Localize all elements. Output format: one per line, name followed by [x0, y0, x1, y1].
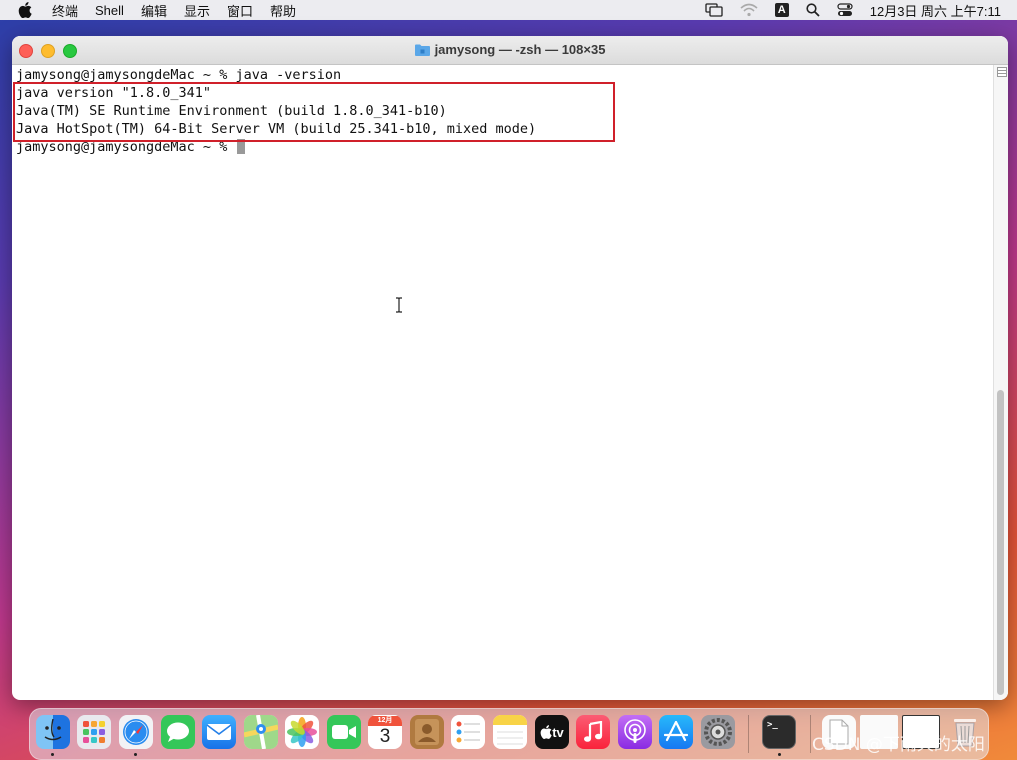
screen-mirroring-icon[interactable]: [705, 3, 723, 17]
input-method-icon[interactable]: A: [774, 3, 789, 17]
calendar-icon[interactable]: 12月 3: [368, 715, 402, 749]
apple-tv-icon[interactable]: tv: [535, 715, 569, 749]
home-folder-icon: [414, 44, 430, 56]
menu-edit[interactable]: 编辑: [141, 1, 167, 20]
menu-shell[interactable]: Shell: [95, 3, 124, 18]
photos-icon[interactable]: [285, 715, 319, 749]
messages-icon[interactable]: [161, 715, 195, 749]
split-pane-icon[interactable]: [997, 67, 1007, 77]
ibeam-cursor-icon: [396, 297, 402, 313]
terminal-window: jamysong — -zsh — 108×35 jamysong@jamyso…: [12, 36, 1008, 700]
running-indicator: [778, 753, 781, 756]
wifi-icon[interactable]: [740, 3, 758, 17]
vertical-scrollbar[interactable]: [993, 65, 1008, 700]
apple-menu-icon[interactable]: [17, 2, 33, 18]
facetime-icon[interactable]: [327, 715, 361, 749]
dock-separator: [748, 715, 749, 753]
terminal-content[interactable]: jamysong@jamysongdeMac ~ % java -version…: [12, 65, 994, 700]
apple-tv-label: tv: [552, 724, 564, 740]
window-titlebar[interactable]: jamysong — -zsh — 108×35: [12, 36, 1008, 65]
dock-separator: [810, 715, 811, 753]
annotation-highlight-box: [13, 82, 615, 142]
terminal-app-prompt: >_: [767, 720, 778, 730]
maps-icon[interactable]: [244, 715, 278, 749]
notes-icon[interactable]: [493, 715, 527, 749]
running-indicator: [51, 753, 54, 756]
finder-icon[interactable]: [36, 715, 70, 749]
reminders-icon[interactable]: [451, 715, 485, 749]
safari-icon[interactable]: [119, 715, 153, 749]
menu-help[interactable]: 帮助: [270, 1, 296, 20]
window-title: jamysong — -zsh — 108×35: [12, 42, 1008, 57]
launchpad-icon[interactable]: [77, 715, 111, 749]
scrollbar-thumb[interactable]: [997, 390, 1004, 695]
watermark-text: CSDN @下雨天的太阳: [812, 735, 985, 755]
menu-terminal[interactable]: 终端: [52, 1, 78, 20]
menu-view[interactable]: 显示: [184, 1, 210, 20]
terminal-app-icon[interactable]: >_: [762, 715, 796, 749]
menu-bar-clock[interactable]: 12月3日 周六 上午7:11: [870, 1, 1001, 20]
podcasts-icon[interactable]: [618, 715, 652, 749]
mail-icon[interactable]: [202, 715, 236, 749]
calendar-day: 3: [379, 726, 391, 747]
menu-bar: 终端 Shell 编辑 显示 窗口 帮助 A 12月3日 周六 上午7:11: [0, 0, 1017, 20]
app-store-icon[interactable]: [659, 715, 693, 749]
window-title-text: jamysong — -zsh — 108×35: [434, 42, 606, 57]
music-icon[interactable]: [576, 715, 610, 749]
menu-window[interactable]: 窗口: [227, 1, 253, 20]
contacts-icon[interactable]: [410, 715, 444, 749]
control-center-icon[interactable]: [837, 3, 853, 17]
running-indicator: [134, 753, 137, 756]
calendar-month: 12月: [368, 716, 402, 726]
system-preferences-icon[interactable]: [701, 715, 735, 749]
spotlight-search-icon[interactable]: [806, 3, 820, 17]
